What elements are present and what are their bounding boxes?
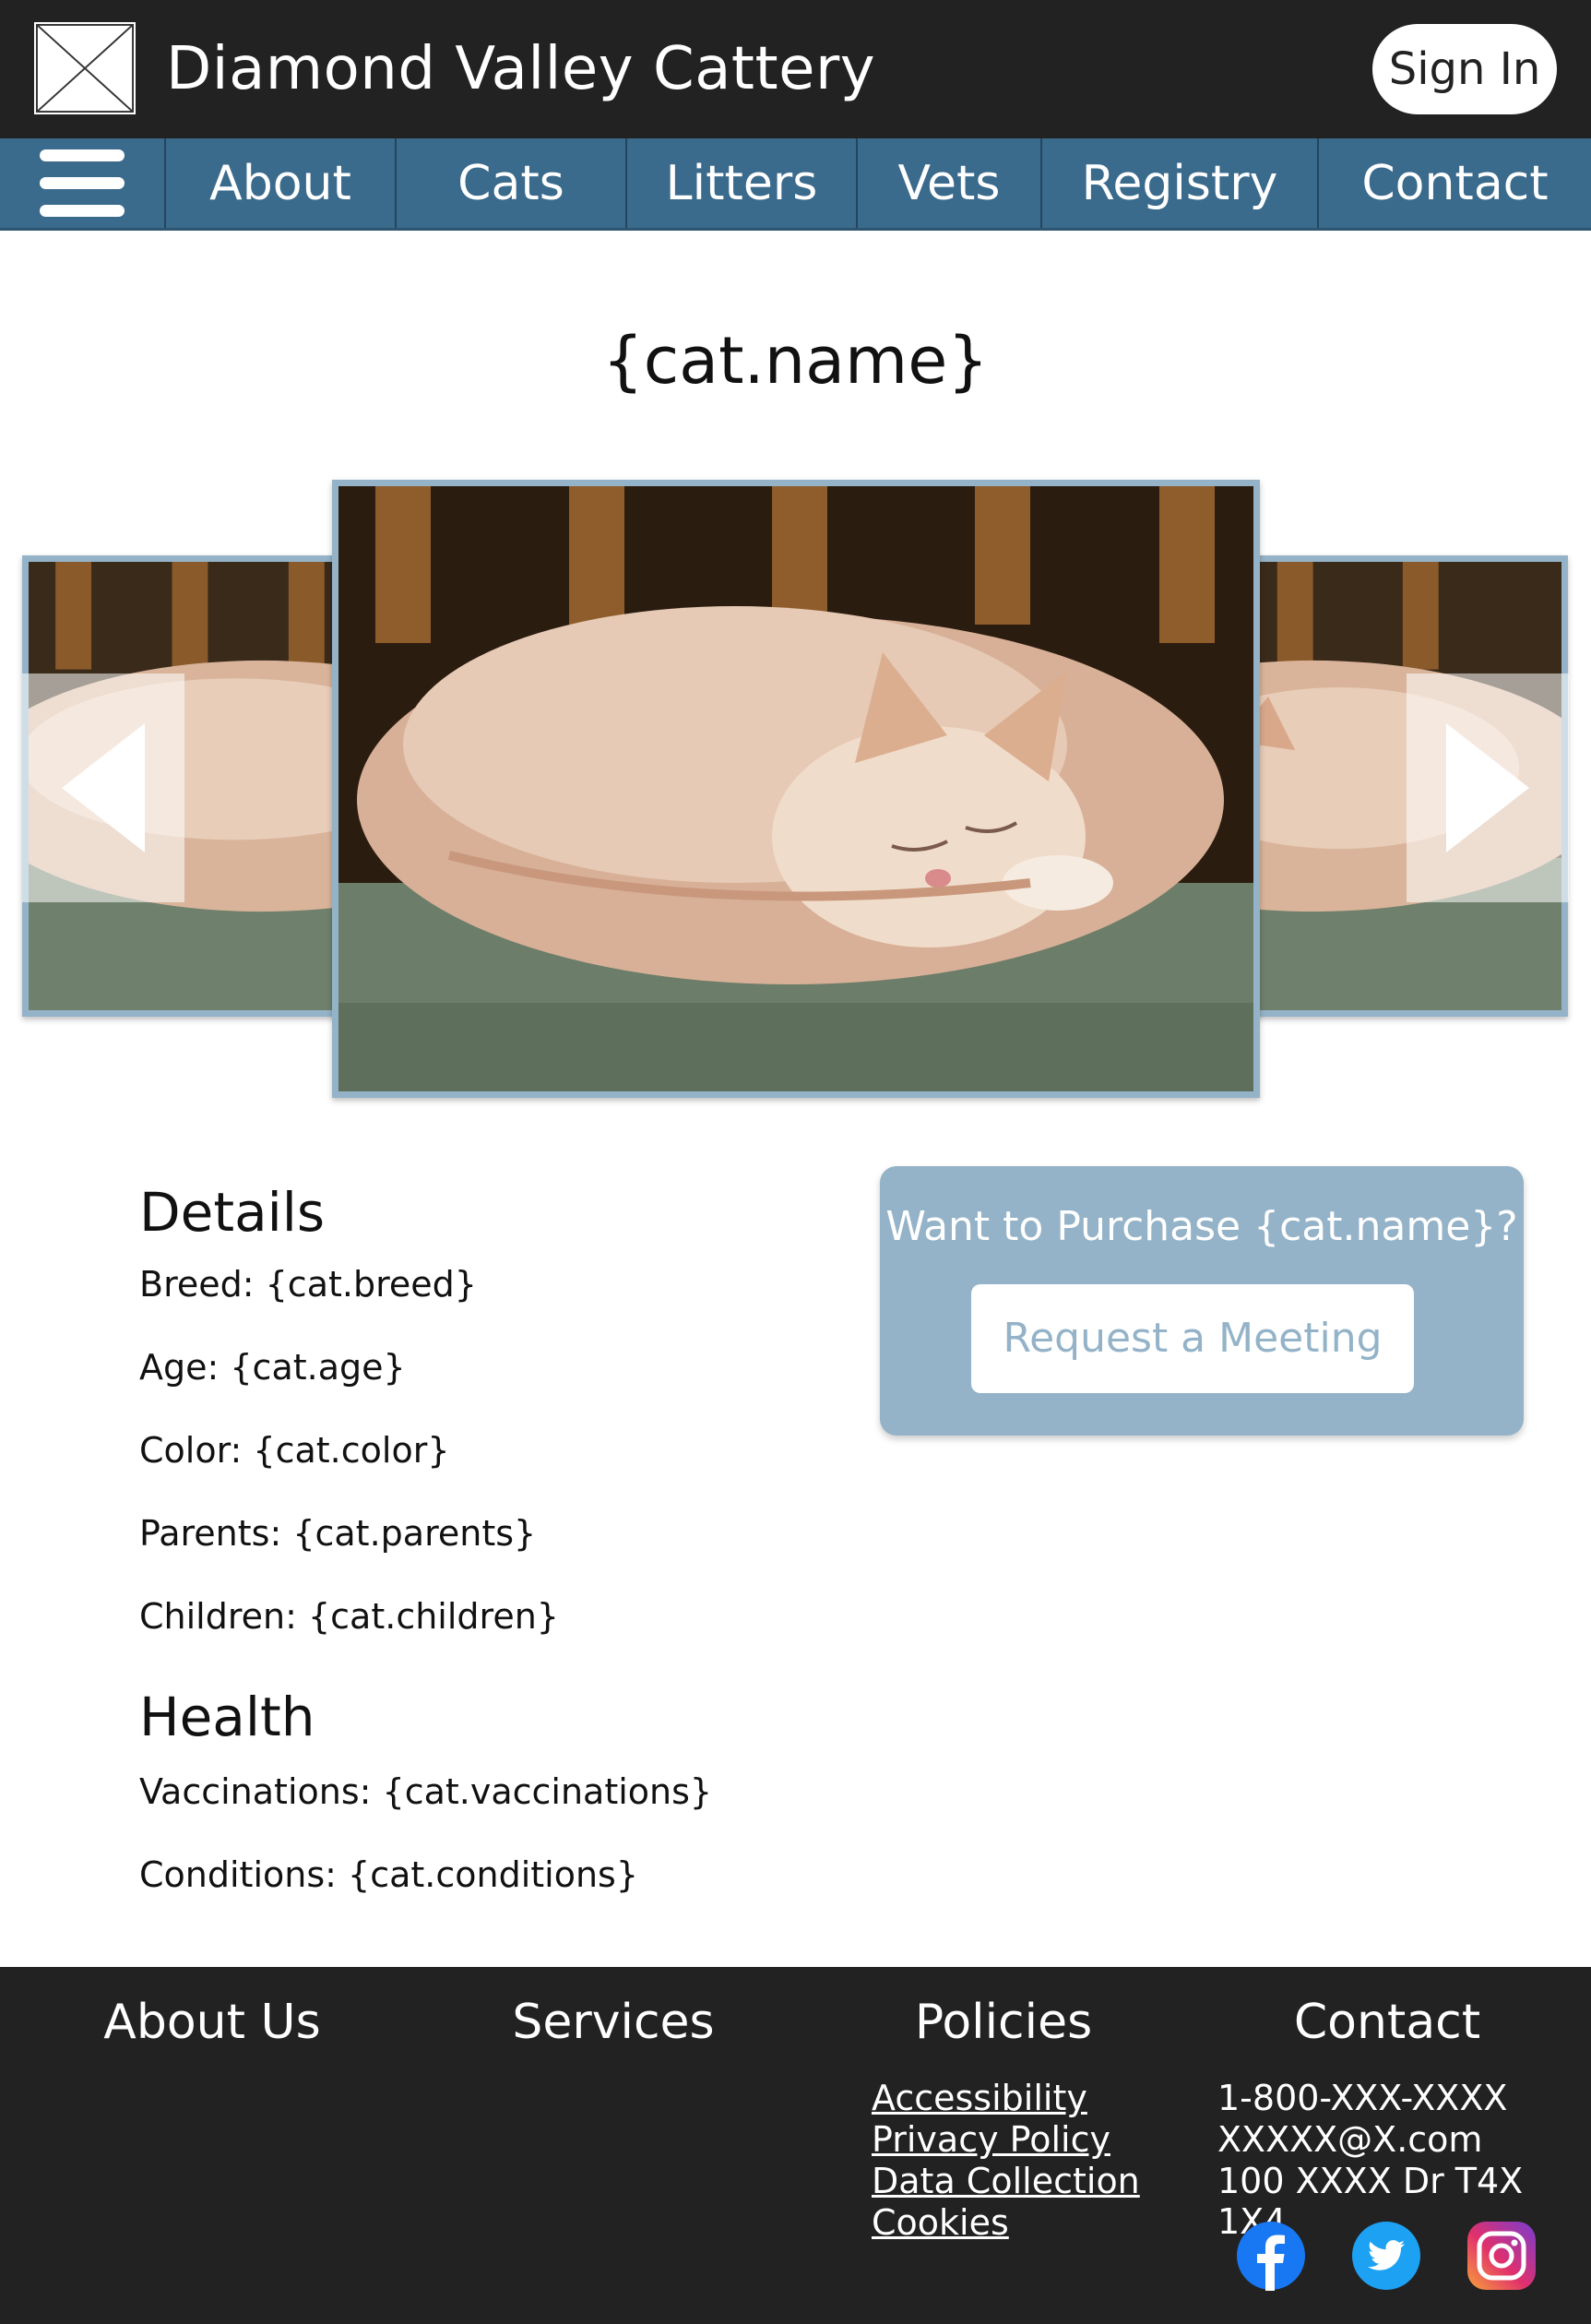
facebook-icon[interactable]: [1236, 2221, 1306, 2291]
carousel-prev-button[interactable]: [22, 673, 184, 902]
photo-carousel: [0, 480, 1591, 1098]
footer-services[interactable]: Services: [475, 1995, 752, 2050]
health-conditions: Conditions: {cat.conditions}: [139, 1854, 639, 1895]
details-heading: Details: [139, 1181, 326, 1244]
nav-item-litters[interactable]: Litters: [627, 138, 858, 228]
nav-item-cats[interactable]: Cats: [397, 138, 627, 228]
nav-item-vets[interactable]: Vets: [858, 138, 1042, 228]
arrow-left-icon: [62, 723, 145, 852]
detail-parents: Parents: {cat.parents}: [139, 1513, 537, 1554]
footer-policies: Policies: [914, 1995, 1093, 2050]
arrow-right-icon: [1446, 723, 1529, 852]
carousel-main-photo[interactable]: [332, 480, 1260, 1098]
main-nav: About Cats Litters Vets Registry Contact: [0, 138, 1591, 231]
sign-in-button[interactable]: Sign In: [1372, 24, 1557, 114]
footer-link-privacy-policy[interactable]: Privacy Policy: [872, 2119, 1110, 2160]
menu-button[interactable]: [0, 138, 166, 228]
nav-item-registry[interactable]: Registry: [1042, 138, 1319, 228]
twitter-icon[interactable]: [1351, 2221, 1421, 2291]
footer: About Us Services Policies Contact Acces…: [0, 1967, 1591, 2324]
contact-email: XXXXX@X.com: [1217, 2119, 1483, 2160]
instagram-icon[interactable]: [1466, 2221, 1537, 2291]
site-title[interactable]: Diamond Valley Cattery: [166, 28, 875, 111]
footer-link-data-collection[interactable]: Data Collection: [872, 2161, 1140, 2201]
detail-age: Age: {cat.age}: [139, 1347, 406, 1388]
footer-about-us[interactable]: About Us: [74, 1995, 350, 2050]
footer-link-accessibility[interactable]: Accessibility: [872, 2078, 1087, 2118]
detail-breed: Breed: {cat.breed}: [139, 1264, 477, 1305]
nav-item-about[interactable]: About: [166, 138, 397, 228]
health-vaccinations: Vaccinations: {cat.vaccinations}: [139, 1771, 713, 1812]
logo-placeholder-icon[interactable]: [34, 22, 136, 114]
detail-color: Color: {cat.color}: [139, 1430, 450, 1471]
nav-item-contact[interactable]: Contact: [1319, 138, 1591, 228]
purchase-card: Want to Purchase {cat.name}? Request a M…: [880, 1166, 1524, 1436]
purchase-title: Want to Purchase {cat.name}?: [885, 1203, 1518, 1250]
page-title: {cat.name}: [602, 323, 989, 399]
detail-children: Children: {cat.children}: [139, 1596, 559, 1637]
top-bar: Diamond Valley Cattery Sign In: [0, 0, 1591, 138]
carousel-next-button[interactable]: [1407, 673, 1569, 902]
footer-link-cookies[interactable]: Cookies: [872, 2202, 1009, 2243]
footer-contact: Contact: [1293, 1995, 1481, 2050]
hamburger-icon: [40, 149, 125, 218]
health-heading: Health: [139, 1686, 315, 1748]
contact-phone: 1-800-XXX-XXXX: [1217, 2078, 1508, 2118]
request-meeting-button[interactable]: Request a Meeting: [971, 1284, 1414, 1393]
